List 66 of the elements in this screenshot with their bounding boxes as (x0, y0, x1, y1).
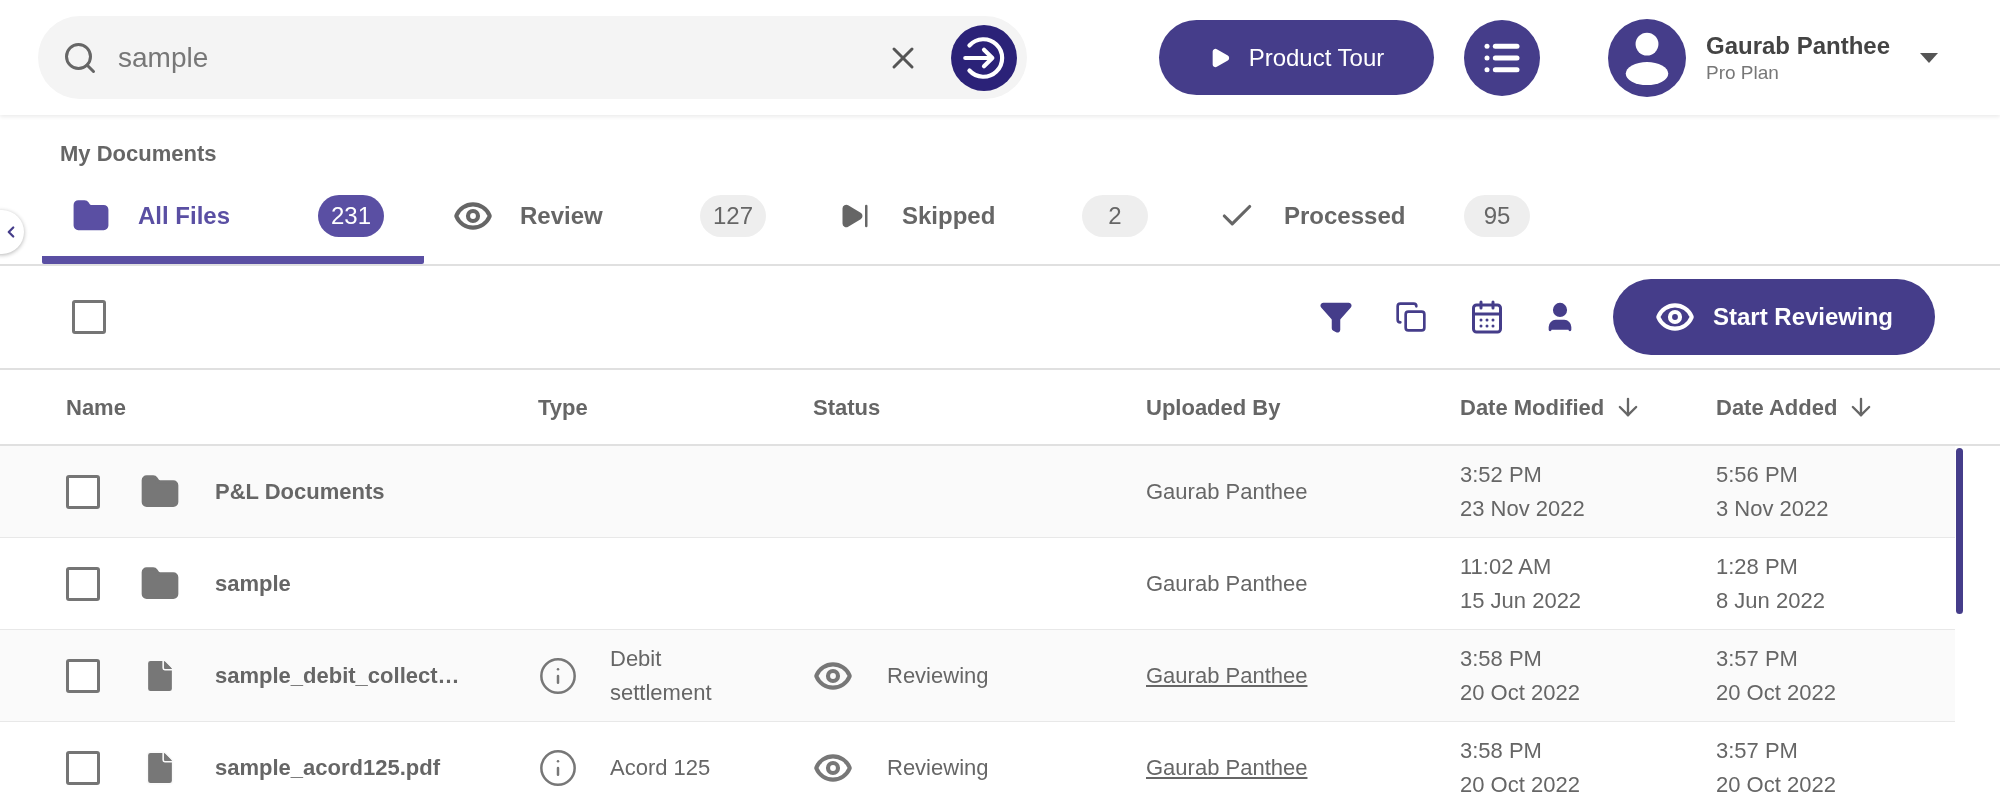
modified-date: 20 Oct 2022 (1460, 678, 1581, 707)
user-plan: Pro Plan (1706, 60, 1780, 85)
modified-date: 15 Jun 2022 (1460, 586, 1583, 615)
filter-icon (1319, 300, 1353, 334)
document-type: Debit settlement (610, 644, 713, 707)
checkbox[interactable] (66, 658, 100, 693)
tab[interactable]: Skipped 2 (806, 176, 1188, 264)
file-name[interactable]: P&L Documents (215, 475, 385, 508)
column-header[interactable]: Date Added (1716, 390, 1876, 424)
added-date: 20 Oct 2022 (1716, 770, 1837, 799)
file-name[interactable]: sample_debit_collect… (215, 659, 460, 692)
added-time: 1:28 PM (1716, 552, 1799, 581)
info-icon[interactable] (538, 747, 578, 788)
checkbox[interactable] (66, 566, 100, 601)
column-header[interactable]: Status (813, 390, 881, 424)
modified-date: 20 Oct 2022 (1460, 770, 1581, 799)
modified-date: 23 Nov 2022 (1460, 494, 1586, 523)
uploader-link[interactable]: Gaurab Panthee (1146, 663, 1308, 688)
calendar-icon (1469, 299, 1505, 335)
search-field[interactable]: sample (38, 16, 1027, 99)
added-date: 8 Jun 2022 (1716, 586, 1826, 615)
page-title: My Documents (60, 141, 217, 166)
count-badge: 2 (1082, 195, 1148, 237)
start-reviewing-button[interactable]: Start Reviewing (1613, 279, 1935, 355)
added-date: 3 Nov 2022 (1716, 494, 1830, 523)
user-silhouette-icon (1624, 30, 1670, 85)
uploader-name: Gaurab Panthee (1146, 479, 1308, 504)
modified-time: 3:52 PM (1460, 460, 1543, 489)
checkbox[interactable] (72, 300, 106, 334)
scrollbar[interactable] (1956, 448, 1963, 614)
tab[interactable]: All Files 231 (42, 176, 424, 264)
column-header[interactable]: Type (538, 390, 588, 424)
count-badge: 231 (318, 195, 384, 237)
column-header[interactable]: Date Modified (1460, 390, 1643, 424)
tab[interactable]: Review 127 (424, 176, 806, 264)
file-name[interactable]: sample (215, 567, 291, 600)
user-name: Gaurab Panthee (1706, 30, 1891, 61)
added-time: 3:57 PM (1716, 736, 1799, 765)
stack-icon (1395, 301, 1427, 333)
calendar-button[interactable] (1469, 299, 1505, 335)
info-icon[interactable] (538, 655, 578, 696)
status-text: Reviewing (887, 662, 989, 690)
modified-time: 11:02 AM (1460, 552, 1553, 581)
uploader-link[interactable]: Gaurab Panthee (1146, 755, 1308, 780)
checkbox[interactable] (66, 474, 100, 509)
caret-icon[interactable] (1920, 52, 1939, 63)
tab[interactable]: Processed 95 (1188, 176, 1570, 264)
column-header[interactable]: Uploaded By (1146, 390, 1281, 424)
added-time: 5:56 PM (1716, 460, 1799, 489)
product-tour-button[interactable]: Product Tour (1159, 20, 1434, 95)
count-badge: 127 (700, 195, 766, 237)
search-text: sample (118, 40, 210, 75)
checkbox[interactable] (66, 750, 100, 785)
search-submit-button[interactable] (951, 24, 1017, 91)
filter-button[interactable] (1319, 300, 1353, 334)
count-badge: 95 (1464, 195, 1530, 237)
modified-time: 3:58 PM (1460, 736, 1543, 765)
modified-time: 3:58 PM (1460, 644, 1543, 673)
added-date: 20 Oct 2022 (1716, 678, 1837, 707)
document-type: Acord 125 (610, 753, 712, 782)
column-header[interactable]: Name (66, 390, 126, 424)
file-name[interactable]: sample_acord125.pdf (215, 751, 440, 784)
added-time: 3:57 PM (1716, 644, 1799, 673)
uploader-name: Gaurab Panthee (1146, 571, 1308, 596)
status-text: Reviewing (887, 754, 989, 782)
copy-button[interactable] (1395, 301, 1427, 333)
